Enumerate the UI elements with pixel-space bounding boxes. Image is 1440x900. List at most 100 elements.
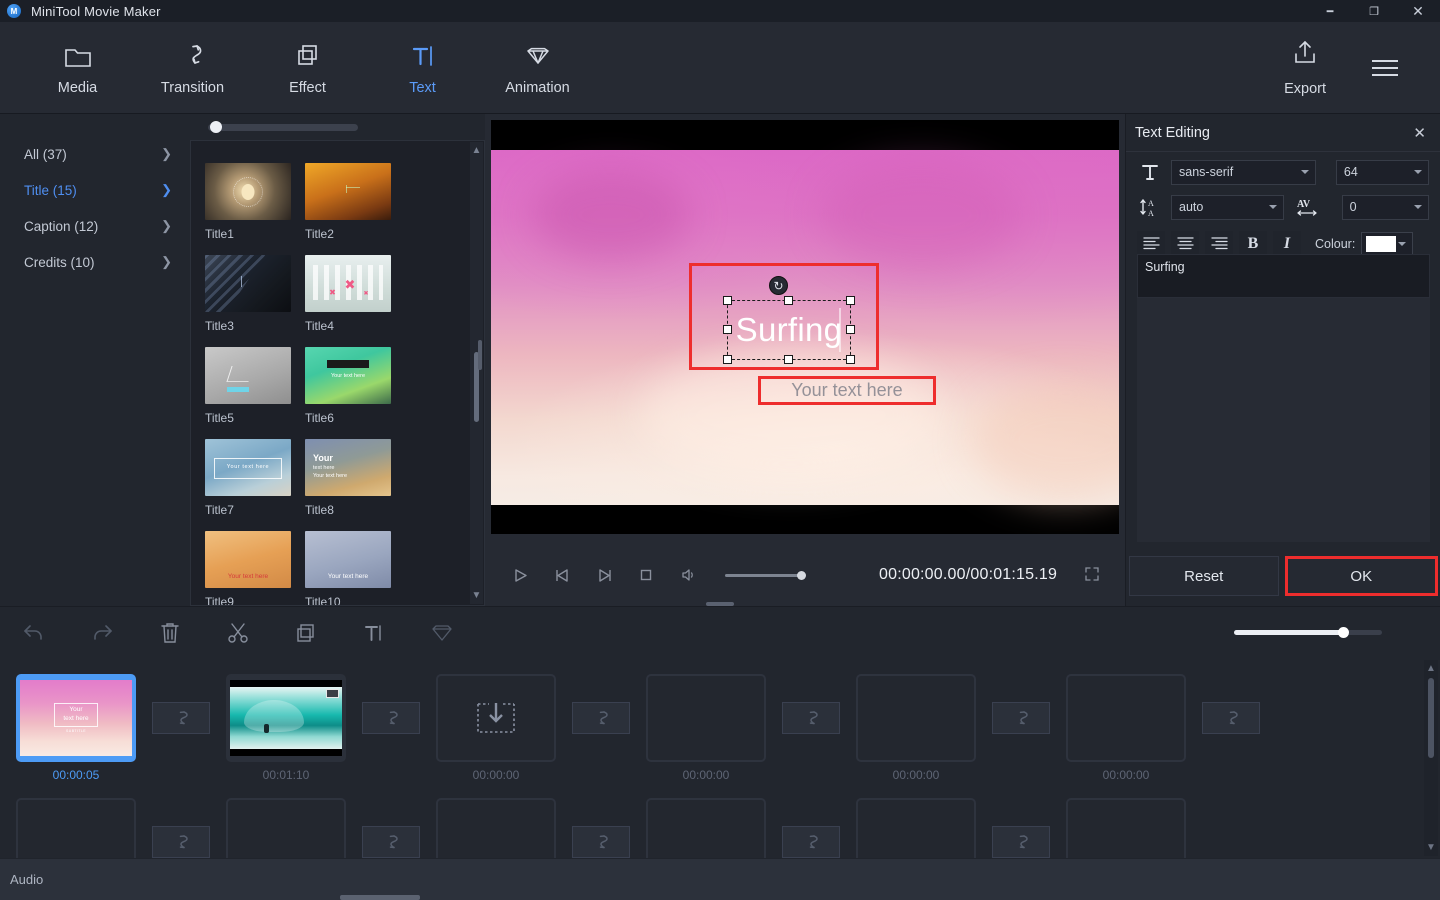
resize-handle-top-center[interactable] [784, 296, 793, 305]
next-frame-button[interactable] [583, 552, 625, 598]
add-text-button[interactable] [340, 607, 408, 659]
zoom-slider-knob[interactable] [1337, 627, 1349, 638]
redo-button[interactable] [68, 607, 136, 659]
previous-frame-button[interactable] [541, 552, 583, 598]
align-right-button[interactable] [1205, 231, 1233, 256]
timeline-clip[interactable]: Your text here SUBTITLE [16, 674, 136, 762]
transition-slot[interactable] [152, 826, 210, 858]
minimize-button[interactable]: ━ [1308, 0, 1352, 22]
template-item[interactable]: ✖ ✖ ✖ Title4 [305, 255, 391, 333]
italic-button[interactable]: I [1273, 231, 1301, 256]
resize-handle-top-right[interactable] [846, 296, 855, 305]
tab-animation[interactable]: Animation [480, 22, 595, 114]
line-spacing-select[interactable]: auto [1171, 194, 1284, 220]
timeline-clip-empty[interactable] [226, 798, 346, 858]
scroll-down-icon[interactable]: ▼ [472, 590, 482, 601]
template-thumbnail[interactable]: Your text here Your text here [305, 439, 391, 496]
template-scrollbar[interactable]: ▲ ▼ [470, 142, 483, 604]
effect-button[interactable] [408, 607, 476, 659]
transition-slot[interactable] [992, 826, 1050, 858]
bold-button[interactable]: B [1239, 231, 1267, 256]
horizontal-scrollbar-thumb[interactable] [340, 895, 420, 900]
template-thumbnail[interactable]: ✖ ✖ ✖ [305, 255, 391, 312]
scrollbar-thumb[interactable] [1428, 678, 1434, 758]
tab-effect[interactable]: Effect [250, 22, 365, 114]
timeline-clip-empty[interactable] [1066, 798, 1186, 858]
text-input-field[interactable]: Surfing [1137, 254, 1430, 298]
transition-slot[interactable] [782, 702, 840, 734]
sidebar-item-title[interactable]: Title (15) ❯ [0, 172, 190, 208]
timeline-clip-empty[interactable] [1066, 674, 1186, 762]
transition-slot[interactable] [362, 702, 420, 734]
letter-spacing-select[interactable]: 0 [1341, 194, 1429, 220]
resize-handle-bottom-left[interactable] [723, 355, 732, 364]
scroll-up-icon[interactable]: ▲ [1426, 663, 1436, 674]
timeline-clip-empty[interactable] [646, 798, 766, 858]
resize-handle-bottom-right[interactable] [846, 355, 855, 364]
template-thumbnail[interactable] [305, 163, 391, 220]
timeline-clip-empty[interactable] [856, 674, 976, 762]
split-button[interactable] [204, 607, 272, 659]
template-item[interactable]: Title3 [205, 255, 291, 333]
template-thumbnail[interactable]: Your text here [305, 347, 391, 404]
transition-slot[interactable] [992, 702, 1050, 734]
align-center-button[interactable] [1171, 231, 1199, 256]
tab-transition[interactable]: Transition [135, 22, 250, 114]
size-slider-track[interactable] [208, 121, 358, 133]
template-item[interactable]: Your text here Your text here Title8 [305, 439, 391, 517]
rotate-icon[interactable]: ↻ [769, 276, 788, 295]
resize-handle-middle-left[interactable] [723, 325, 732, 334]
timeline-clip-empty[interactable] [856, 798, 976, 858]
transition-slot[interactable] [1202, 702, 1260, 734]
colour-picker[interactable] [1361, 231, 1414, 256]
font-family-select[interactable]: sans-serif [1171, 159, 1316, 185]
volume-icon[interactable] [667, 552, 709, 598]
timeline-clip-empty[interactable] [436, 674, 556, 762]
font-size-select[interactable]: 64 [1335, 159, 1429, 185]
volume-slider[interactable] [725, 570, 806, 580]
align-left-button[interactable] [1137, 231, 1165, 256]
undo-button[interactable] [0, 607, 68, 659]
scroll-down-icon[interactable]: ▼ [1426, 842, 1436, 853]
transition-slot[interactable] [782, 826, 840, 858]
sidebar-item-caption[interactable]: Caption (12) ❯ [0, 208, 190, 244]
transition-slot[interactable] [572, 702, 630, 734]
text-bounding-box[interactable]: Surfing [723, 296, 855, 364]
video-frame[interactable]: ↻ Surfing Your text here [491, 120, 1119, 534]
menu-button[interactable] [1366, 54, 1404, 82]
timeline-zoom-slider[interactable] [1234, 627, 1382, 638]
audio-track-bar[interactable]: Audio [0, 858, 1440, 900]
preview-placeholder-text[interactable]: Your text here [763, 380, 931, 401]
timeline-clip[interactable] [226, 674, 346, 762]
maximize-button[interactable]: ❐ [1352, 0, 1396, 22]
scroll-up-icon[interactable]: ▲ [472, 145, 482, 156]
stop-button[interactable] [625, 552, 667, 598]
delete-button[interactable] [136, 607, 204, 659]
fullscreen-icon[interactable] [1085, 566, 1099, 584]
sidebar-item-all[interactable]: All (37) ❯ [0, 136, 190, 172]
template-thumbnail[interactable] [205, 163, 291, 220]
tab-text[interactable]: Text [365, 22, 480, 114]
timeline-clip-empty[interactable] [16, 798, 136, 858]
export-button[interactable]: Export [1284, 39, 1326, 97]
template-item[interactable]: Your text here Title7 [205, 439, 291, 517]
template-item[interactable]: Your text here Title6 [305, 347, 391, 425]
template-thumbnail[interactable] [205, 347, 291, 404]
panel-resize-handle[interactable] [478, 340, 482, 370]
copy-button[interactable] [272, 607, 340, 659]
template-thumbnail[interactable]: Your text here [305, 531, 391, 588]
tab-media[interactable]: Media [20, 22, 135, 114]
volume-slider-knob[interactable] [797, 570, 806, 580]
resize-handle-bottom-center[interactable] [784, 355, 793, 364]
reset-button[interactable]: Reset [1129, 556, 1279, 596]
template-item[interactable]: Title5 [205, 347, 291, 425]
video-canvas[interactable]: ↻ Surfing Your text here [491, 150, 1119, 505]
resize-handle-middle-right[interactable] [846, 325, 855, 334]
play-button[interactable] [499, 552, 541, 598]
transition-slot[interactable] [152, 702, 210, 734]
timeline-clip-empty[interactable] [646, 674, 766, 762]
template-item[interactable]: Your text here Title10 [305, 531, 391, 605]
template-thumbnail[interactable]: Your text here [205, 531, 291, 588]
template-item[interactable]: Your text here Title9 [205, 531, 291, 605]
transition-slot[interactable] [362, 826, 420, 858]
